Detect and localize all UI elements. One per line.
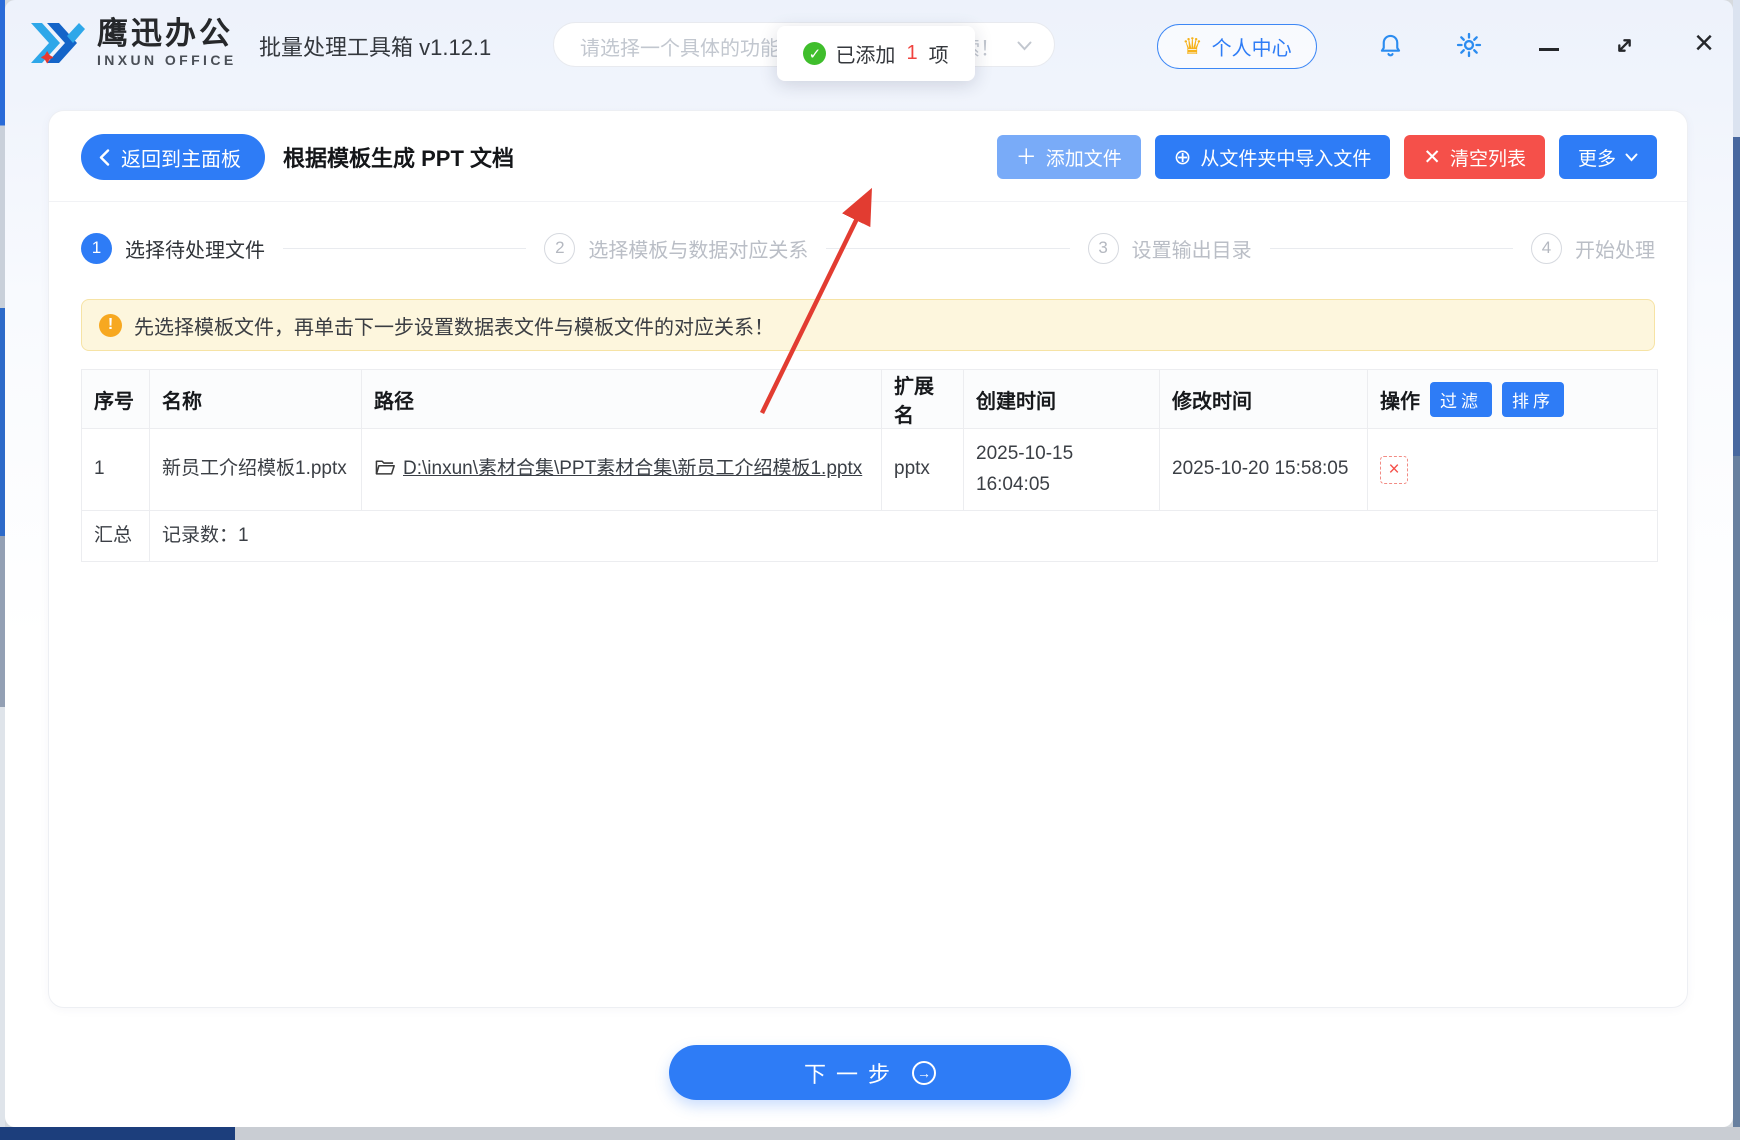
maximize-restore-button[interactable] [1607, 28, 1641, 62]
add-file-button[interactable]: ＋ 添加文件 [997, 135, 1141, 179]
cell-index: 1 [82, 429, 150, 511]
col-path: 路径 [362, 370, 882, 429]
panel-actions: ＋ 添加文件 ⊕ 从文件夹中导入文件 ✕ 清空列表 更多 [997, 135, 1657, 179]
cell-created: 2025-10-15 16:04:05 [964, 429, 1160, 511]
app-title: 批量处理工具箱 v1.12.1 [259, 30, 491, 62]
cell-name: 新员工介绍模板1.pptx [150, 429, 362, 511]
filter-button[interactable]: 过滤 [1430, 382, 1492, 417]
x-icon: × [1388, 460, 1399, 479]
chevron-left-icon [99, 149, 110, 166]
toast-unit: 项 [929, 39, 949, 68]
file-list-table: 序号 名称 路径 扩展名 创建时间 修改时间 操作 过滤 排序 1 新员工介绍模… [81, 369, 1658, 562]
table-row: 1 新员工介绍模板1.pptx D:\inxun\素材合集\PPT素材合集\新员… [82, 429, 1658, 511]
search-placeholder: 请选择一个具体的功能 [580, 32, 780, 61]
success-check-icon: ✓ [803, 42, 826, 65]
back-to-dashboard-button[interactable]: 返回到主面板 [81, 134, 265, 180]
file-path-link[interactable]: D:\inxun\素材合集\PPT素材合集\新员工介绍模板1.pptx [403, 458, 862, 479]
personal-center-button[interactable]: ♛ 个人中心 [1157, 24, 1317, 69]
cell-ext: pptx [882, 429, 964, 511]
col-index: 序号 [82, 370, 150, 429]
col-created: 创建时间 [964, 370, 1160, 429]
toast-count: 1 [906, 42, 917, 65]
summary-label: 汇总 [82, 511, 150, 562]
back-button-label: 返回到主面板 [121, 143, 241, 172]
remove-file-button[interactable]: × [1380, 456, 1408, 484]
app-logo: 鹰迅办公 INXUN OFFICE [27, 15, 237, 71]
cell-path: D:\inxun\素材合集\PPT素材合集\新员工介绍模板1.pptx [362, 429, 882, 511]
notification-bell-icon[interactable] [1373, 28, 1407, 62]
settings-gear-icon[interactable] [1452, 28, 1486, 62]
col-name: 名称 [150, 370, 362, 429]
chevron-down-icon [1625, 153, 1638, 162]
panel-header: 返回到主面板 根据模板生成 PPT 文档 ＋ 添加文件 ⊕ 从文件夹中导入文件 … [81, 133, 1657, 181]
background-taskbar-strip [0, 1127, 1740, 1140]
crown-icon: ♛ [1182, 35, 1203, 58]
topbar: 鹰迅办公 INXUN OFFICE 批量处理工具箱 v1.12.1 请选择一个具… [5, 0, 1733, 88]
warning-icon: ! [99, 314, 122, 337]
step-4-start-process: 4 开始处理 [1531, 233, 1655, 264]
step-3-output-dir: 3 设置输出目录 [1088, 233, 1252, 264]
table-header-row: 序号 名称 路径 扩展名 创建时间 修改时间 操作 过滤 排序 [82, 370, 1658, 429]
folder-open-icon [374, 459, 396, 477]
background-window-edge-right [1733, 0, 1740, 1140]
notice-banner: ! 先选择模板文件，再单击下一步设置数据表文件与模板文件的对应关系！ [81, 299, 1655, 351]
main-panel: 返回到主面板 根据模板生成 PPT 文档 ＋ 添加文件 ⊕ 从文件夹中导入文件 … [48, 110, 1688, 1008]
page-title: 根据模板生成 PPT 文档 [283, 141, 514, 173]
summary-row: 汇总 记录数：1 [82, 511, 1658, 562]
col-modified: 修改时间 [1160, 370, 1368, 429]
step-1-select-files: 1 选择待处理文件 [81, 233, 265, 264]
notice-text: 先选择模板文件，再单击下一步设置数据表文件与模板文件的对应关系！ [134, 311, 774, 340]
chevron-down-icon[interactable] [1017, 41, 1032, 51]
cell-modified: 2025-10-20 15:58:05 [1160, 429, 1368, 511]
plus-icon: ＋ [1016, 147, 1037, 168]
personal-center-label: 个人中心 [1212, 32, 1292, 61]
x-icon: ✕ [1423, 147, 1441, 168]
step-connector [1270, 248, 1513, 249]
sort-button[interactable]: 排序 [1502, 382, 1564, 417]
circle-plus-icon: ⊕ [1174, 147, 1192, 168]
summary-value: 记录数：1 [150, 511, 1658, 562]
more-button[interactable]: 更多 [1559, 135, 1657, 179]
circle-arrow-icon: → [912, 1061, 936, 1085]
logo-text-en: INXUN OFFICE [97, 52, 237, 68]
app-window: 鹰迅办公 INXUN OFFICE 批量处理工具箱 v1.12.1 请选择一个具… [5, 0, 1733, 1127]
minimize-button[interactable] [1532, 28, 1566, 62]
cell-operation: × [1368, 429, 1658, 511]
import-from-folder-button[interactable]: ⊕ 从文件夹中导入文件 [1155, 135, 1391, 179]
step-2-template-mapping: 2 选择模板与数据对应关系 [544, 233, 808, 264]
toast-added-notification: ✓ 已添加 1 项 [777, 26, 975, 81]
step-connector [826, 248, 1069, 249]
col-ext: 扩展名 [882, 370, 964, 429]
clear-list-button[interactable]: ✕ 清空列表 [1404, 135, 1545, 179]
logo-text-cn: 鹰迅办公 [97, 18, 237, 51]
toast-message: 已添加 [835, 39, 895, 68]
divider [49, 201, 1687, 202]
next-step-button[interactable]: 下一步 → [669, 1045, 1071, 1100]
close-button[interactable]: × [1687, 28, 1721, 62]
col-operation: 操作 过滤 排序 [1368, 370, 1658, 429]
step-progress: 1 选择待处理文件 2 选择模板与数据对应关系 3 设置输出目录 4 开始处理 [81, 231, 1655, 265]
inxun-logo-icon [27, 15, 89, 71]
step-connector [283, 248, 526, 249]
